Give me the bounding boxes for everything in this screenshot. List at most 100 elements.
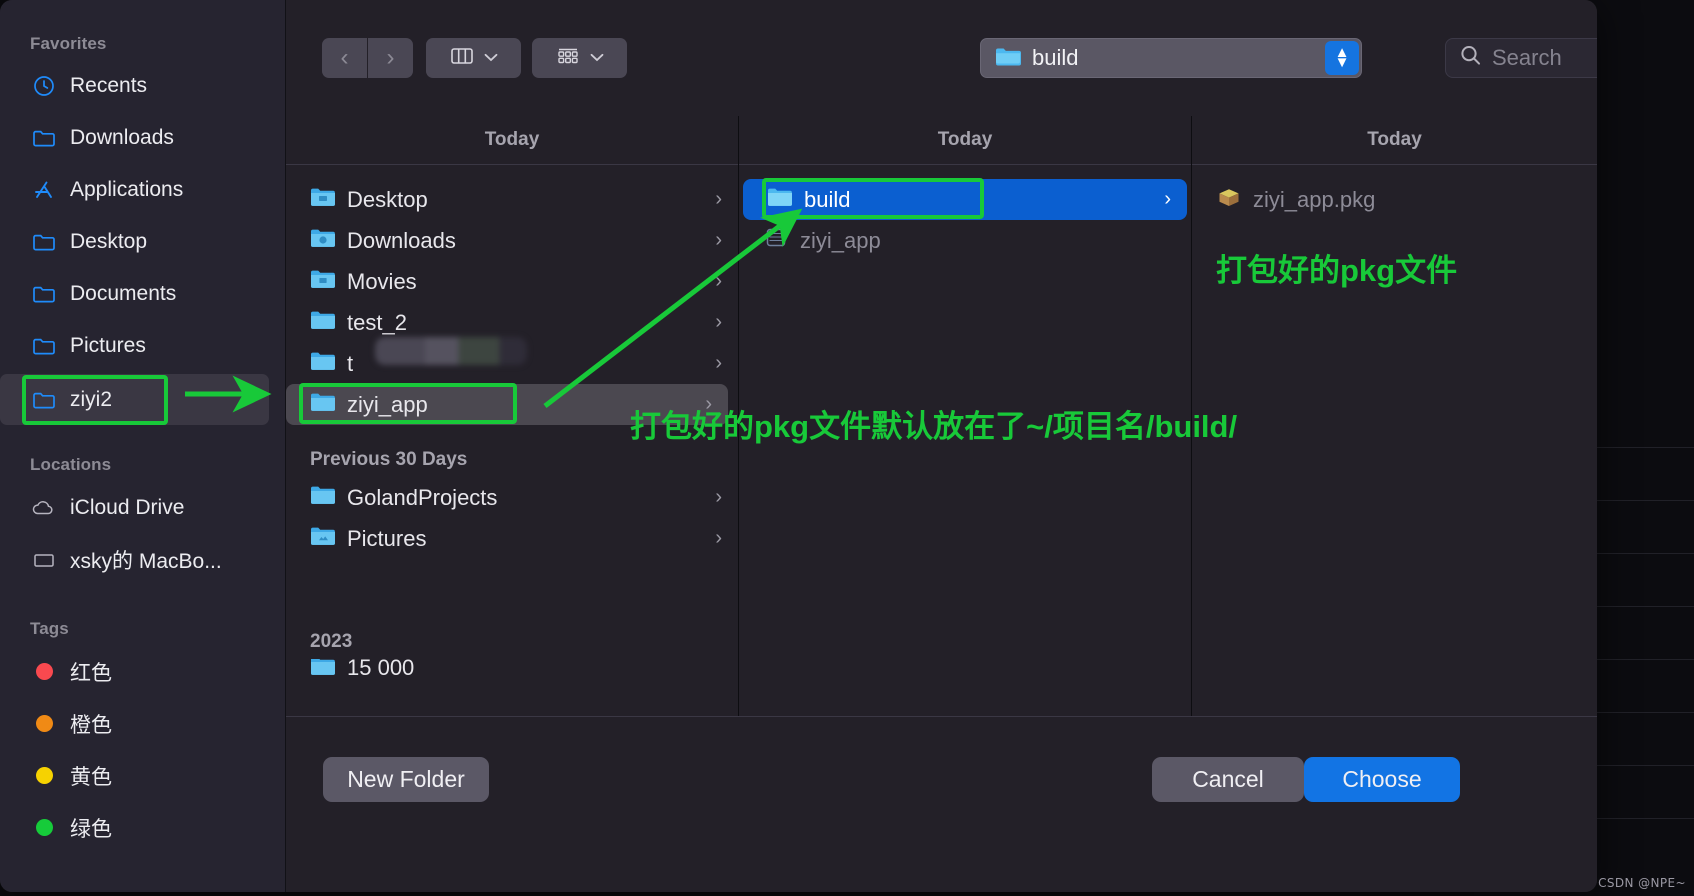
view-mode-columns-button[interactable]	[426, 38, 521, 78]
path-label: build	[1032, 45, 1079, 70]
list-item-label: Movies	[347, 268, 417, 294]
sidebar-section-favorites-header: Favorites	[30, 34, 107, 53]
sidebar-item-recents[interactable]: Recents	[0, 60, 285, 111]
column-1-header: Today	[286, 116, 738, 165]
list-item[interactable]: Pictures ›	[286, 518, 738, 559]
chevron-down-icon	[590, 49, 604, 67]
folder-icon	[310, 484, 336, 511]
sidebar-item-label: 红色	[70, 661, 112, 685]
folder-icon	[994, 45, 1021, 72]
back-button[interactable]: ‹	[322, 38, 367, 78]
folder-icon	[310, 659, 336, 677]
sidebar-item-label: 黄色	[70, 765, 112, 789]
chevron-right-icon: ›	[715, 352, 722, 374]
sidebar-item-label: 绿色	[70, 817, 112, 841]
sidebar-item-label: Desktop	[70, 229, 148, 253]
folder-pictures-icon	[310, 525, 336, 552]
tag-dot-icon	[30, 816, 58, 840]
list-item-label: ziyi_app.pkg	[1253, 186, 1376, 212]
chevron-left-icon: ‹	[340, 44, 349, 71]
list-item-label: t	[347, 350, 354, 376]
folder-icon	[310, 350, 336, 377]
list-item[interactable]: 15 000	[286, 659, 738, 677]
sidebar-item-label: xsky的 MacBo...	[70, 549, 222, 573]
sidebar-item-tag-yellow[interactable]: 黄色	[0, 750, 285, 801]
search-icon	[1459, 44, 1482, 72]
folder-movies-icon	[310, 268, 336, 295]
sidebar-item-applications[interactable]: Applications	[0, 164, 285, 215]
cancel-button[interactable]: Cancel	[1152, 757, 1304, 802]
list-item-label: Desktop	[347, 186, 428, 212]
folder-icon	[30, 282, 58, 306]
search-input[interactable]: Search	[1445, 38, 1597, 78]
tag-dot-icon	[30, 764, 58, 788]
list-item[interactable]: Movies ›	[286, 261, 738, 302]
chevron-right-icon: ›	[715, 486, 722, 508]
sidebar-item-label: Pictures	[70, 333, 146, 357]
sidebar-item-tag-red[interactable]: 红色	[0, 646, 285, 697]
folder-icon	[30, 230, 58, 254]
cancel-label: Cancel	[1192, 766, 1264, 792]
sidebar-item-label: Recents	[70, 73, 148, 97]
sidebar-item-icloud-drive[interactable]: iCloud Drive	[0, 482, 285, 533]
columns-view-icon	[449, 45, 475, 72]
chevron-right-icon: ›	[386, 44, 395, 71]
list-item[interactable]: t ›	[286, 337, 738, 384]
annotation-note-path: 打包好的pkg文件默认放在了~/项目名/build/	[630, 409, 1238, 444]
folder-icon	[30, 126, 58, 150]
screenshot-root: Favorites Recents Downloads Applications…	[0, 0, 1694, 896]
list-item[interactable]: Desktop ›	[286, 179, 738, 220]
annotation-box-ziyi2	[22, 375, 168, 425]
new-folder-label: New Folder	[347, 766, 465, 792]
sidebar: Favorites Recents Downloads Applications…	[0, 0, 286, 892]
toolbar: ‹ › build ▲ ▼ Search	[286, 0, 1597, 116]
column-3-body: ziyi_app.pkg	[1192, 165, 1597, 220]
sidebar-item-desktop[interactable]: Desktop	[0, 216, 285, 267]
column-3: Today ziyi_app.pkg	[1192, 116, 1597, 716]
sidebar-item-label: Applications	[70, 177, 184, 201]
view-mode-group-button[interactable]	[532, 38, 627, 78]
sidebar-item-label: 橙色	[70, 713, 112, 737]
sidebar-item-label: Downloads	[70, 125, 174, 149]
list-item-label: test_2	[347, 309, 407, 335]
list-item-label: Downloads	[347, 227, 456, 253]
chevron-down-icon	[484, 49, 498, 67]
sidebar-item-macbook[interactable]: xsky的 MacBo...	[0, 534, 285, 585]
column-1-group-header-2023: 2023	[310, 631, 353, 652]
package-icon	[1216, 186, 1242, 214]
list-item[interactable]: Downloads ›	[286, 220, 738, 261]
choose-button[interactable]: Choose	[1304, 757, 1460, 802]
app-icon	[763, 227, 789, 254]
list-item-label: 15 000	[347, 659, 415, 677]
new-folder-button[interactable]: New Folder	[323, 757, 489, 802]
chevron-right-icon: ›	[715, 270, 722, 292]
laptop-icon	[30, 548, 58, 572]
file-chooser-window: Favorites Recents Downloads Applications…	[0, 0, 1597, 892]
sidebar-item-tag-orange[interactable]: 橙色	[0, 698, 285, 749]
column-3-header: Today	[1192, 116, 1597, 165]
folder-icon	[30, 334, 58, 358]
chevron-right-icon: ›	[715, 527, 722, 549]
redaction-blur	[375, 337, 527, 365]
tag-dot-icon	[30, 660, 58, 684]
sidebar-item-label: Documents	[70, 281, 177, 305]
search-placeholder: Search	[1492, 45, 1562, 70]
dialog-footer: New Folder Cancel Choose	[286, 716, 1597, 892]
watermark: CSDN @NPE~	[1598, 876, 1686, 890]
list-item[interactable]: GolandProjects ›	[286, 477, 738, 518]
forward-button[interactable]: ›	[368, 38, 413, 78]
sidebar-item-documents[interactable]: Documents	[0, 268, 285, 319]
list-item[interactable]: ziyi_app	[739, 220, 1191, 261]
sidebar-item-pictures[interactable]: Pictures	[0, 320, 285, 371]
list-item-label: ziyi_app	[800, 227, 881, 253]
sidebar-item-downloads[interactable]: Downloads	[0, 112, 285, 163]
folder-icon	[310, 309, 336, 336]
folder-downloads-icon	[310, 227, 336, 254]
list-item[interactable]: ziyi_app.pkg	[1192, 179, 1597, 220]
sidebar-item-tag-green[interactable]: 绿色	[0, 802, 285, 853]
sidebar-section-locations-header: Locations	[30, 455, 112, 474]
path-stepper-icon[interactable]: ▲ ▼	[1325, 41, 1359, 75]
path-popup-button[interactable]: build ▲ ▼	[980, 38, 1362, 78]
choose-label: Choose	[1342, 766, 1422, 792]
tag-dot-icon	[30, 712, 58, 736]
